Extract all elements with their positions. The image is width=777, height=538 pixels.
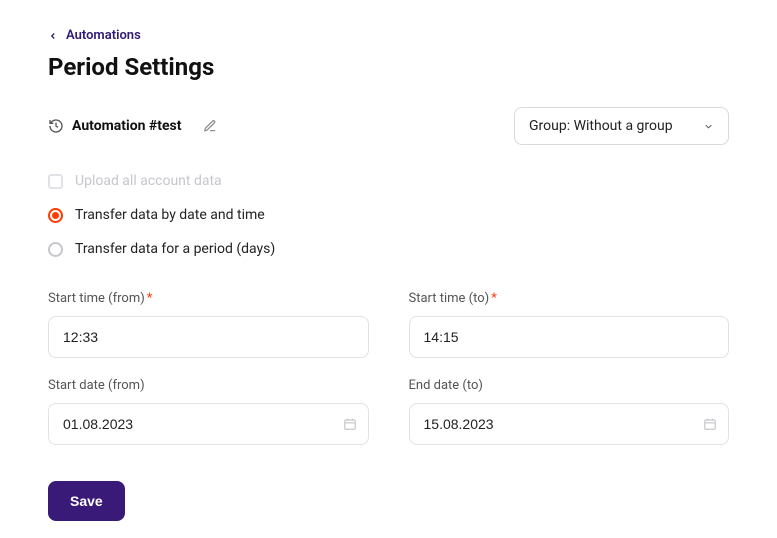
chevron-left-icon <box>48 31 58 41</box>
option-label: Transfer data for a period (days) <box>75 241 275 257</box>
field-label: Start time (to)* <box>409 291 730 306</box>
automation-meta: Automation #test <box>48 118 217 134</box>
field-start-time-from: Start time (from)* <box>48 291 369 358</box>
save-button[interactable]: Save <box>48 481 125 521</box>
start-time-from-input[interactable] <box>48 316 369 358</box>
radio-icon <box>48 208 63 223</box>
option-label: Upload all account data <box>75 173 222 189</box>
breadcrumb-label: Automations <box>66 28 141 43</box>
calendar-icon[interactable] <box>343 417 357 431</box>
breadcrumb[interactable]: Automations <box>48 28 729 43</box>
option-transfer-period[interactable]: Transfer data for a period (days) <box>48 241 729 257</box>
start-time-to-input[interactable] <box>409 316 730 358</box>
field-start-time-to: Start time (to)* <box>409 291 730 358</box>
chevron-down-icon <box>703 121 714 132</box>
field-label: Start date (from) <box>48 378 369 393</box>
field-label: End date (to) <box>409 378 730 393</box>
group-select-label: Group: Without a group <box>529 118 673 134</box>
transfer-options: Upload all account data Transfer data by… <box>48 173 729 257</box>
group-select[interactable]: Group: Without a group <box>514 107 729 145</box>
field-end-date-to: End date (to) <box>409 378 730 445</box>
option-label: Transfer data by date and time <box>75 207 265 223</box>
option-upload-all: Upload all account data <box>48 173 729 189</box>
start-date-from-input[interactable] <box>48 403 369 445</box>
field-start-date-from: Start date (from) <box>48 378 369 445</box>
edit-icon[interactable] <box>203 119 217 133</box>
calendar-icon[interactable] <box>703 417 717 431</box>
end-date-to-input[interactable] <box>409 403 730 445</box>
radio-icon <box>48 242 63 257</box>
page-title: Period Settings <box>48 53 729 81</box>
period-form: Start time (from)* Start time (to)* Star… <box>48 291 729 445</box>
option-transfer-datetime[interactable]: Transfer data by date and time <box>48 207 729 223</box>
field-label: Start time (from)* <box>48 291 369 306</box>
history-icon <box>48 118 64 134</box>
automation-name: Automation #test <box>72 118 181 134</box>
checkbox-icon <box>48 174 63 189</box>
meta-row: Automation #test Group: Without a group <box>48 107 729 145</box>
required-marker: * <box>147 291 153 306</box>
required-marker: * <box>491 291 497 306</box>
